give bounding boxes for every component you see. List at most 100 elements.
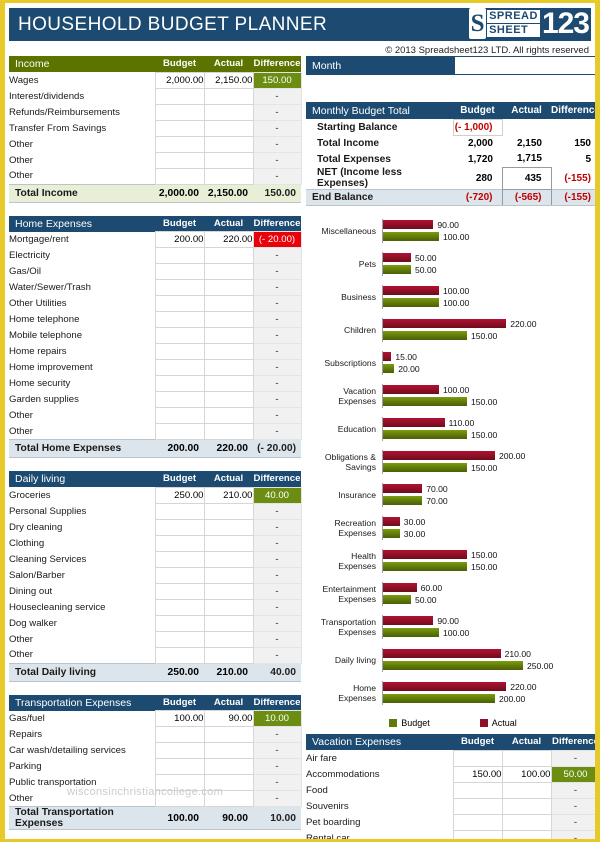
row-actual-cell[interactable] <box>203 534 254 552</box>
end-balance-actual[interactable]: (-565) <box>501 189 552 206</box>
row-budget-cell[interactable] <box>154 119 205 137</box>
row-budget-cell[interactable] <box>154 790 205 807</box>
month-input[interactable] <box>454 56 595 75</box>
row-budget-cell[interactable] <box>154 295 205 312</box>
row-budget-cell[interactable] <box>154 151 205 169</box>
row-budget-cell[interactable]: 250.00 <box>154 486 205 504</box>
row-actual-cell[interactable] <box>203 135 254 153</box>
row-actual-cell[interactable] <box>203 790 254 807</box>
row-budget-cell[interactable] <box>154 598 205 616</box>
row-actual-cell[interactable] <box>203 726 254 743</box>
row-actual-cell[interactable] <box>203 87 254 105</box>
row-actual-cell[interactable] <box>501 781 552 799</box>
row-actual-cell[interactable] <box>203 774 254 791</box>
row-actual-cell[interactable] <box>203 646 254 664</box>
row-budget-cell[interactable] <box>154 502 205 520</box>
row-budget-cell[interactable] <box>154 758 205 775</box>
row-actual-cell[interactable]: 2,150.00 <box>203 71 254 89</box>
row-budget-cell[interactable] <box>154 630 205 648</box>
row-budget-cell[interactable] <box>154 391 205 408</box>
row-budget-cell[interactable] <box>154 343 205 360</box>
row-budget-cell[interactable] <box>154 566 205 584</box>
row-budget-cell[interactable] <box>154 646 205 664</box>
row-actual-cell[interactable] <box>203 279 254 296</box>
row-budget-cell[interactable] <box>154 742 205 759</box>
row-budget-cell[interactable] <box>154 550 205 568</box>
row-actual-cell[interactable] <box>203 103 254 121</box>
row-actual-cell[interactable] <box>203 327 254 344</box>
row-budget-cell[interactable] <box>154 311 205 328</box>
row-actual-cell[interactable] <box>203 566 254 584</box>
row-difference-cell: - <box>252 518 302 536</box>
table-row: Air fare - <box>306 749 595 767</box>
row-actual-cell[interactable] <box>203 295 254 312</box>
row-budget-cell[interactable]: 100.00 <box>154 710 205 727</box>
table-row: Parking - <box>9 758 302 775</box>
daily-living-total-row: Total Daily living 250.00 210.00 40.00 <box>9 662 301 682</box>
row-actual-cell[interactable] <box>203 518 254 536</box>
monthly-total-actual-cell[interactable]: 435 <box>501 166 552 190</box>
row-budget-cell[interactable] <box>154 263 205 280</box>
row-actual-cell[interactable]: 210.00 <box>203 486 254 504</box>
row-actual-cell[interactable] <box>501 829 552 839</box>
row-difference-cell: - <box>252 774 302 791</box>
row-budget-cell[interactable] <box>154 327 205 344</box>
row-actual-cell[interactable] <box>203 263 254 280</box>
row-actual-cell[interactable] <box>203 391 254 408</box>
page-title: HOUSEHOLD BUDGET PLANNER <box>18 13 328 35</box>
row-actual-cell[interactable] <box>203 582 254 600</box>
row-actual-cell[interactable] <box>203 311 254 328</box>
row-actual-cell[interactable] <box>501 813 552 831</box>
bar-value-label: 200.00 <box>499 693 526 704</box>
row-budget-cell[interactable] <box>154 167 205 185</box>
row-actual-cell[interactable] <box>203 742 254 759</box>
row-actual-cell[interactable] <box>203 598 254 616</box>
monthly-total-budget-cell[interactable]: (- 1,000) <box>452 118 503 136</box>
row-actual-cell[interactable] <box>203 151 254 169</box>
row-budget-cell[interactable]: 2,000.00 <box>154 71 205 89</box>
row-budget-cell[interactable] <box>154 423 205 440</box>
row-budget-cell[interactable] <box>154 614 205 632</box>
row-budget-cell[interactable]: 200.00 <box>154 231 205 248</box>
row-budget-cell[interactable] <box>154 279 205 296</box>
bar-rect-actual <box>383 583 417 592</box>
row-actual-cell[interactable] <box>203 407 254 424</box>
row-actual-cell[interactable] <box>501 749 552 767</box>
row-budget-cell[interactable] <box>452 813 503 831</box>
row-budget-cell[interactable] <box>154 518 205 536</box>
row-actual-cell[interactable] <box>203 375 254 392</box>
row-actual-cell[interactable] <box>203 343 254 360</box>
row-actual-cell[interactable] <box>203 119 254 137</box>
row-actual-cell[interactable] <box>203 423 254 440</box>
row-actual-cell[interactable] <box>203 614 254 632</box>
row-budget-cell[interactable] <box>154 359 205 376</box>
row-budget-cell[interactable] <box>154 135 205 153</box>
row-actual-cell[interactable]: 220.00 <box>203 231 254 248</box>
row-budget-cell[interactable] <box>452 781 503 799</box>
row-actual-cell[interactable]: 90.00 <box>203 710 254 727</box>
row-actual-cell[interactable] <box>203 247 254 264</box>
row-budget-cell[interactable] <box>154 247 205 264</box>
row-budget-cell[interactable] <box>452 749 503 767</box>
row-budget-cell[interactable] <box>154 726 205 743</box>
row-actual-cell[interactable]: 100.00 <box>501 765 552 783</box>
row-actual-cell[interactable] <box>203 502 254 520</box>
row-budget-cell[interactable] <box>452 797 503 815</box>
row-budget-cell[interactable] <box>154 407 205 424</box>
row-budget-cell[interactable] <box>154 87 205 105</box>
row-actual-cell[interactable] <box>203 359 254 376</box>
row-actual-cell[interactable] <box>501 797 552 815</box>
row-budget-cell[interactable]: 150.00 <box>452 765 503 783</box>
row-budget-cell[interactable] <box>154 774 205 791</box>
app-header: HOUSEHOLD BUDGET PLANNER S SPREAD SHEET … <box>9 7 591 41</box>
row-budget-cell[interactable] <box>154 375 205 392</box>
row-actual-cell[interactable] <box>203 550 254 568</box>
row-budget-cell[interactable] <box>154 103 205 121</box>
row-budget-cell[interactable] <box>154 582 205 600</box>
row-actual-cell[interactable] <box>203 630 254 648</box>
row-budget-cell[interactable] <box>452 829 503 839</box>
row-budget-cell[interactable] <box>154 534 205 552</box>
chart-bar-budget: 150.00 <box>383 561 595 573</box>
row-actual-cell[interactable] <box>203 758 254 775</box>
row-actual-cell[interactable] <box>203 167 254 185</box>
